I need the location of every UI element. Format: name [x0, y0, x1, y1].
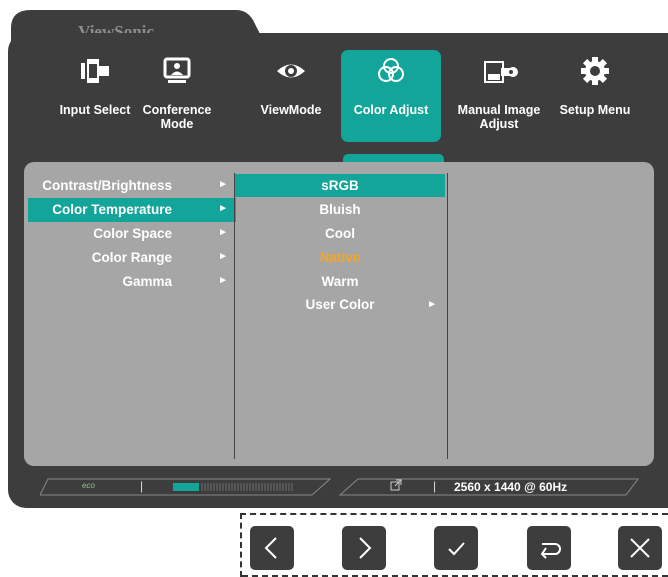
- conference-mode-icon: [127, 56, 227, 88]
- arrow-right-icon: ►: [218, 179, 228, 190]
- arrow-right-icon: ►: [218, 203, 228, 214]
- menu-item-gamma[interactable]: Gamma ►: [28, 270, 236, 294]
- submenu-item-cool[interactable]: Cool: [235, 222, 445, 245]
- tab-viewmode[interactable]: ViewMode: [241, 50, 341, 142]
- return-key[interactable]: [527, 526, 571, 570]
- submenu-item-label: Cool: [325, 226, 355, 241]
- color-adjust-icon: [341, 56, 441, 88]
- menu-item-contrast-brightness[interactable]: Contrast/Brightness ►: [28, 174, 236, 198]
- eco-level-track: [201, 483, 293, 491]
- ok-key[interactable]: [434, 526, 478, 570]
- eye-icon: [241, 56, 341, 88]
- submenu-item-label: Native: [319, 250, 361, 265]
- menu-item-label: Color Space: [93, 226, 172, 241]
- menu-item-label: Color Temperature: [52, 202, 172, 217]
- control-keys: [240, 513, 668, 577]
- tab-manual-image-adjust[interactable]: Manual Image Adjust: [449, 50, 549, 142]
- submenu-item-label: sRGB: [321, 178, 359, 193]
- submenu-item-user-color[interactable]: User Color ►: [235, 293, 445, 316]
- submenu-item-bluish[interactable]: Bluish: [235, 198, 445, 221]
- right-key[interactable]: [342, 526, 386, 570]
- tab-label: ViewMode: [260, 103, 322, 117]
- submenu-item-warm[interactable]: Warm: [235, 270, 445, 293]
- menu-item-label: Color Range: [91, 250, 172, 265]
- tab-setup-menu[interactable]: Setup Menu: [545, 50, 645, 142]
- menu-item-color-space[interactable]: Color Space ►: [28, 222, 236, 246]
- arrow-right-icon: ►: [427, 299, 437, 310]
- main-tabs: Input Select Conference Mode ViewMode Co…: [45, 50, 665, 142]
- chevron-right-icon: [359, 537, 372, 559]
- manual-image-adjust-icon: [449, 56, 549, 88]
- left-key[interactable]: [250, 526, 294, 570]
- chevron-left-icon: [264, 537, 277, 559]
- status-separator: |: [140, 479, 144, 493]
- tab-label: Color Adjust: [353, 103, 429, 117]
- checkmark-icon: [448, 542, 465, 556]
- status-separator: |: [433, 479, 437, 493]
- menu-item-color-range[interactable]: Color Range ►: [28, 246, 236, 270]
- tab-label: Conference Mode: [142, 103, 212, 131]
- menu-item-label: Contrast/Brightness: [42, 178, 172, 193]
- osd-menu: ViewSonic Input Select Conference Mode V…: [0, 0, 668, 510]
- eco-level-fill: [173, 483, 199, 491]
- gear-icon: [545, 56, 645, 88]
- eco-icon: eco: [82, 481, 95, 490]
- tab-label: Setup Menu: [559, 103, 631, 117]
- close-icon: [630, 538, 650, 558]
- close-key[interactable]: [618, 526, 662, 570]
- status-bar: eco | | 2560 x 1440 @ 60Hz: [40, 476, 640, 498]
- submenu-item-native[interactable]: Native: [235, 246, 445, 269]
- tab-conference-mode[interactable]: Conference Mode: [127, 50, 227, 142]
- tab-label: Manual Image Adjust: [457, 103, 541, 131]
- eco-level-bar: [173, 483, 293, 491]
- submenu-item-srgb[interactable]: sRGB: [235, 174, 445, 197]
- submenu-item-label: User Color: [305, 297, 375, 312]
- arrow-right-icon: ►: [218, 251, 228, 262]
- submenu-item-label: Bluish: [319, 202, 361, 217]
- return-icon: [540, 543, 561, 559]
- tab-color-adjust[interactable]: Color Adjust: [341, 50, 441, 142]
- menu-item-label: Gamma: [122, 274, 172, 289]
- arrow-right-icon: ►: [218, 227, 228, 238]
- resolution-readout: 2560 x 1440 @ 60Hz: [454, 480, 568, 494]
- arrow-right-icon: ►: [218, 275, 228, 286]
- menu-item-color-temperature[interactable]: Color Temperature ►: [28, 198, 236, 222]
- submenu-item-label: Warm: [321, 274, 359, 289]
